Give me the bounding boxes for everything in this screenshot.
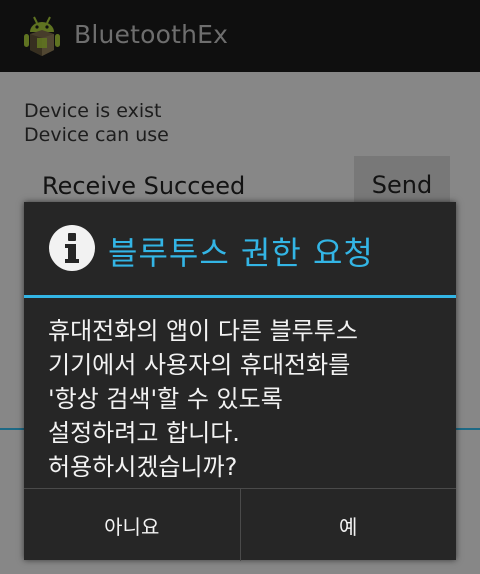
dialog-button-bar: 아니요 예 [24,488,456,561]
dialog-header: 블루투스 권한 요청 [24,202,456,296]
dialog-title-divider [24,295,456,298]
dialog-message-line: '항상 검색'할 수 있도록 [48,385,283,413]
bluetooth-permission-dialog: 블루투스 권한 요청 휴대전화의 앱이 다른 블루투스 기기에서 사용자의 휴대… [24,202,456,561]
allow-button[interactable]: 예 [239,489,457,561]
dialog-message-line: 기기에서 사용자의 휴대전화를 [48,351,351,379]
dialog-message-line: 허용하시겠습니까? [48,453,238,481]
dialog-message: 휴대전화의 앱이 다른 블루투스 기기에서 사용자의 휴대전화를 '항상 검색'… [48,314,448,484]
dialog-title: 블루투스 권한 요청 [108,234,374,272]
info-icon [49,225,95,271]
dialog-message-line: 휴대전화의 앱이 다른 블루투스 [48,317,358,345]
deny-button[interactable]: 아니요 [24,489,240,561]
dialog-message-line: 설정하려고 합니다. [48,419,240,447]
